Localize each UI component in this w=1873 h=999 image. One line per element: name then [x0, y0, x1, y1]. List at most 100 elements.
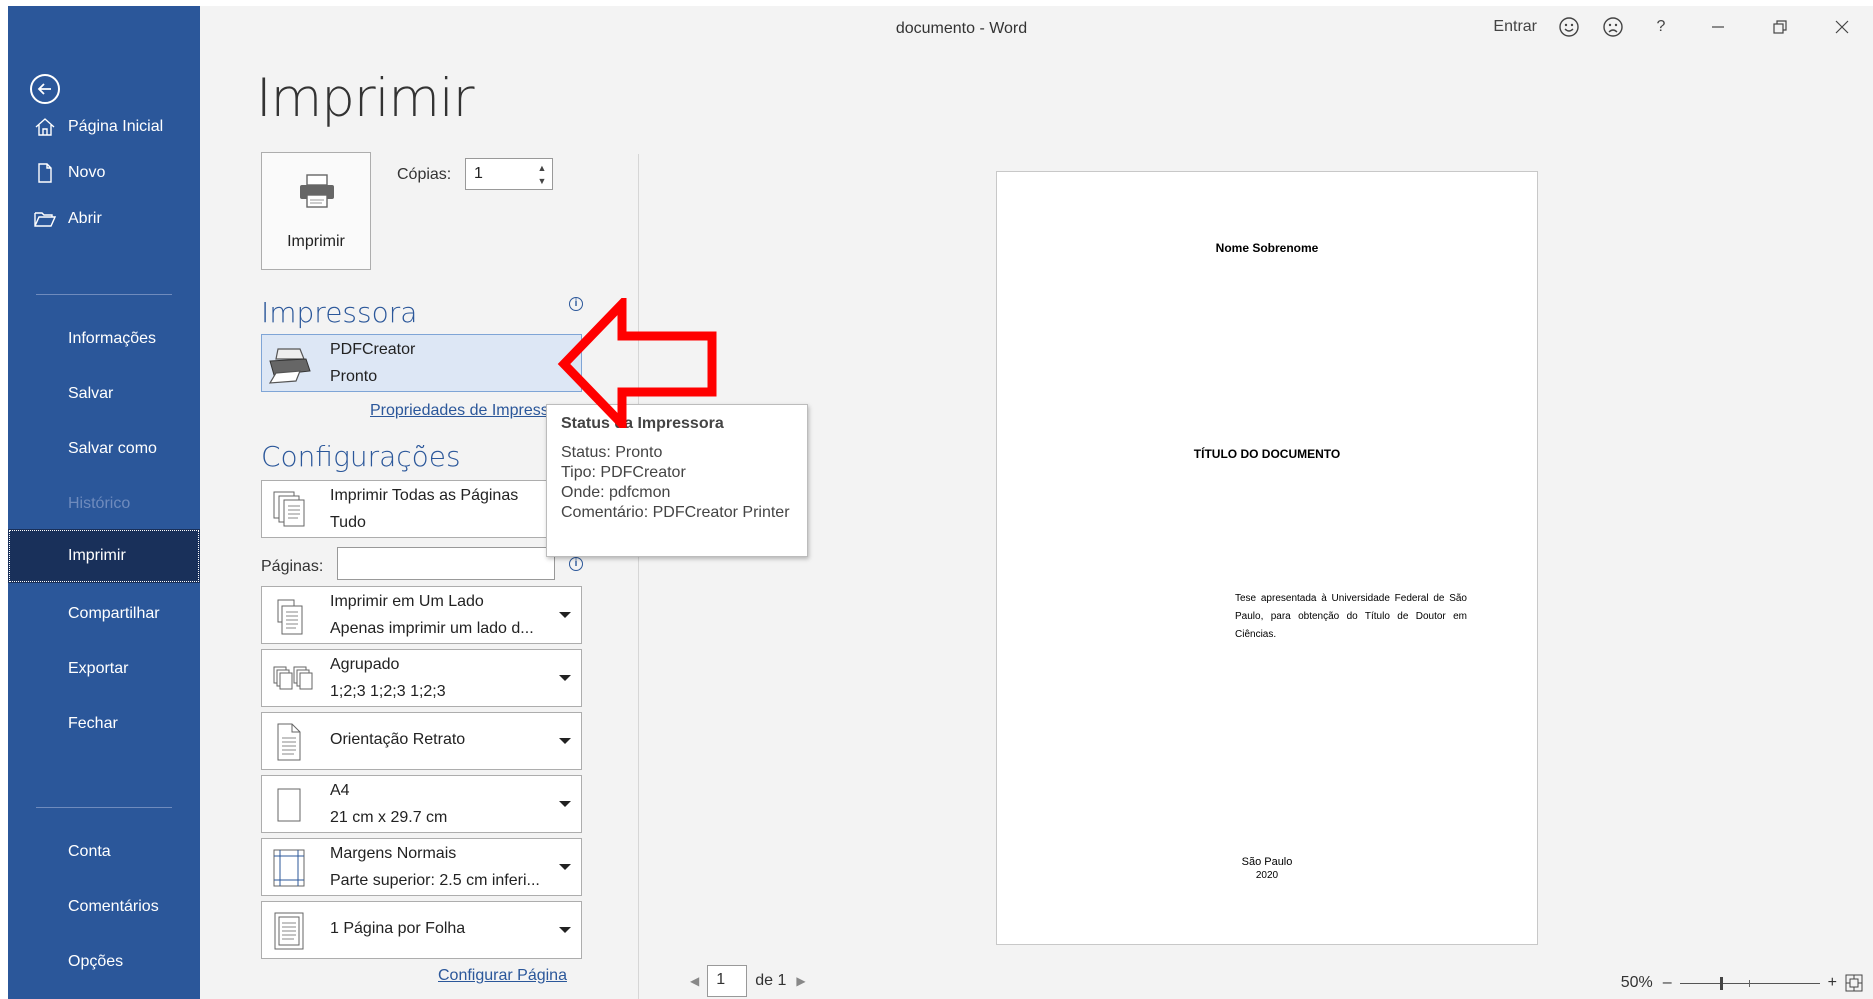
- settings-heading: Configurações: [261, 440, 461, 473]
- pages-label: Páginas:: [261, 558, 324, 575]
- printer-properties-link[interactable]: Propriedades de Impressora: [370, 402, 556, 420]
- sidebar-item-label: Salvar: [68, 385, 114, 402]
- smiley-icon[interactable]: [1547, 10, 1591, 44]
- page-setup-link[interactable]: Configurar Página: [438, 967, 567, 985]
- sidebar-item-print[interactable]: Imprimir: [8, 529, 200, 583]
- pages-icon: [273, 491, 305, 527]
- spin-up-icon[interactable]: ▲: [536, 162, 548, 174]
- sidebar-item-share[interactable]: Compartilhar: [8, 590, 200, 638]
- portrait-icon: [277, 723, 301, 761]
- tooltip-where: Onde: pdfcmon: [561, 484, 671, 501]
- zoom-level[interactable]: 50%: [1621, 974, 1653, 992]
- sidebar-item-feedback[interactable]: Comentários: [8, 883, 200, 931]
- zoom-in-button[interactable]: +: [1828, 974, 1837, 992]
- backstage-sidebar: Página Inicial Novo Abrir Informações Sa…: [8, 6, 200, 999]
- copies-stepper[interactable]: 1 ▲ ▼: [465, 158, 553, 190]
- minimize-icon[interactable]: [1687, 10, 1749, 44]
- margins-dropdown[interactable]: Margens Normais Parte superior: 2.5 cm i…: [261, 838, 582, 896]
- spin-down-icon[interactable]: ▼: [536, 175, 548, 187]
- title-bar: documento - Word Entrar ?: [200, 6, 1873, 46]
- chevron-down-icon: [559, 801, 571, 807]
- printer-icon: [268, 348, 311, 384]
- previous-page-icon[interactable]: ◀: [690, 974, 699, 988]
- sidebar-item-close[interactable]: Fechar: [8, 700, 200, 748]
- title-bar-controls: Entrar ?: [1483, 10, 1873, 44]
- print-range-title: Imprimir Todas as Páginas: [330, 487, 519, 504]
- margins-value: Parte superior: 2.5 cm inferi...: [330, 872, 540, 889]
- pages-per-sheet-icon: [274, 912, 304, 950]
- pages-per-sheet-dropdown[interactable]: 1 Página por Folha: [261, 901, 582, 959]
- pane-divider: [638, 154, 639, 999]
- zoom-out-button[interactable]: –: [1663, 974, 1672, 992]
- sidebar-item-open[interactable]: Abrir: [8, 195, 200, 243]
- print-range-dropdown[interactable]: Imprimir Todas as Páginas Tudo: [261, 480, 582, 538]
- frown-icon[interactable]: [1591, 10, 1635, 44]
- print-button[interactable]: Imprimir: [261, 152, 371, 270]
- sidebar-item-label: Opções: [68, 953, 124, 970]
- sidebar-item-new[interactable]: Novo: [8, 149, 200, 197]
- paper-size-dropdown[interactable]: A4 21 cm x 29.7 cm: [261, 775, 582, 833]
- sides-value: Apenas imprimir um lado d...: [330, 620, 534, 637]
- margins-icon: [273, 849, 305, 887]
- sidebar-item-label: Página Inicial: [68, 118, 164, 135]
- margins-title: Margens Normais: [330, 845, 457, 862]
- sides-dropdown[interactable]: Imprimir em Um Lado Apenas imprimir um l…: [261, 586, 582, 644]
- sides-title: Imprimir em Um Lado: [330, 593, 484, 610]
- fit-page-icon[interactable]: [1845, 974, 1863, 992]
- close-icon[interactable]: [1811, 10, 1873, 44]
- collation-title: Agrupado: [330, 656, 400, 673]
- sidebar-item-label: Compartilhar: [68, 605, 160, 622]
- orientation-dropdown[interactable]: Orientação Retrato: [261, 712, 582, 770]
- copies-label: Cópias:: [397, 166, 452, 183]
- sidebar-divider: [36, 807, 172, 808]
- sidebar-item-options[interactable]: Opções: [8, 938, 200, 986]
- sidebar-item-export[interactable]: Exportar: [8, 645, 200, 693]
- zoom-slider-thumb[interactable]: [1719, 976, 1723, 990]
- chevron-down-icon: [559, 927, 571, 933]
- sidebar-item-info[interactable]: Informações: [8, 315, 200, 363]
- sidebar-item-label: Conta: [68, 843, 111, 860]
- new-document-icon: [38, 163, 52, 183]
- open-folder-icon: [34, 212, 56, 227]
- page-title: Imprimir: [256, 68, 475, 129]
- tooltip-type: Tipo: PDFCreator: [561, 464, 686, 481]
- sidebar-item-save[interactable]: Salvar: [8, 370, 200, 418]
- signin-link[interactable]: Entrar: [1483, 10, 1547, 44]
- preview-city: São Paulo: [1241, 856, 1293, 868]
- sidebar-item-label: Novo: [68, 164, 106, 181]
- sidebar-divider: [36, 294, 172, 295]
- zoom-slider-midpoint: [1748, 979, 1750, 987]
- sidebar-item-label: Histórico: [68, 495, 131, 512]
- sidebar-item-label: Exportar: [68, 660, 129, 677]
- page-count: de 1: [755, 972, 787, 989]
- next-page-icon[interactable]: ▶: [796, 974, 805, 988]
- sidebar-item-label: Comentários: [68, 898, 159, 915]
- chevron-down-icon: [559, 675, 571, 681]
- collation-dropdown[interactable]: Agrupado 1;2;3 1;2;3 1;2;3: [261, 649, 582, 707]
- printer-dropdown[interactable]: PDFCreator Pronto: [261, 334, 582, 392]
- printer-heading: Impressora: [261, 296, 418, 329]
- chevron-down-icon: [559, 612, 571, 618]
- collation-value: 1;2;3 1;2;3 1;2;3: [330, 683, 446, 700]
- chevron-down-icon: [559, 864, 571, 870]
- print-preview-page: Nome Sobrenome TÍTULO DO DOCUMENTO Tese …: [996, 171, 1538, 945]
- paper-size-value: 21 cm x 29.7 cm: [330, 809, 448, 826]
- printer-status: Pronto: [330, 368, 378, 385]
- copies-value: 1: [474, 165, 483, 182]
- info-icon[interactable]: i: [569, 557, 583, 571]
- home-icon: [35, 118, 55, 136]
- preview-year: 2020: [1255, 870, 1279, 881]
- zoom-slider[interactable]: [1679, 976, 1820, 990]
- sidebar-item-home[interactable]: Página Inicial: [8, 103, 200, 151]
- collated-icon: [273, 666, 313, 690]
- sidebar-item-account[interactable]: Conta: [8, 828, 200, 876]
- current-page-input[interactable]: 1: [707, 965, 748, 997]
- sidebar-item-history: Histórico: [8, 480, 200, 528]
- sidebar-item-label: Informações: [68, 330, 157, 347]
- sidebar-item-save-as[interactable]: Salvar como: [8, 425, 200, 473]
- back-arrow-icon[interactable]: [30, 74, 60, 104]
- pages-input[interactable]: [337, 547, 555, 580]
- preview-doc-title: TÍTULO DO DOCUMENTO: [1193, 447, 1341, 461]
- restore-icon[interactable]: [1749, 10, 1811, 44]
- help-button[interactable]: ?: [1635, 10, 1687, 44]
